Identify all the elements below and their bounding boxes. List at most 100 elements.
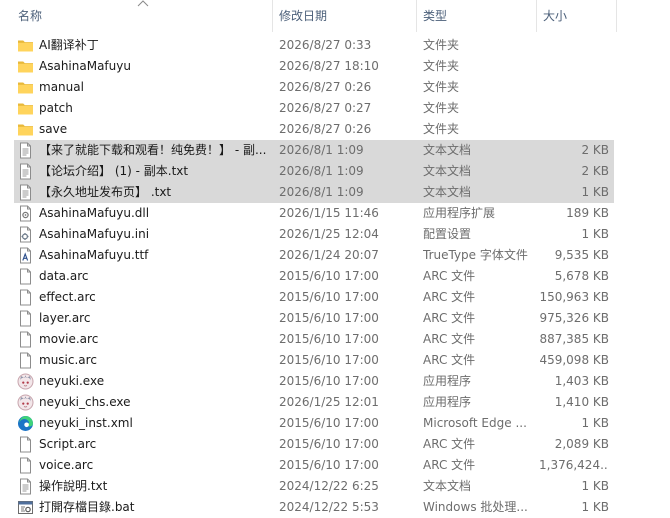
- file-name: movie.arc: [39, 332, 99, 346]
- file-row[interactable]: patch 2026/8/27 0:27 文件夹: [14, 98, 614, 119]
- file-row[interactable]: AsahinaMafuyu.ttf 2026/1/24 20:07 TrueType…: [14, 245, 614, 266]
- file-type: TrueType 字体文件: [423, 248, 528, 262]
- file-row[interactable]: 打開存檔目錄.bat 2024/12/22 5:53 Windows 批处理... 1…: [14, 497, 614, 518]
- file-row[interactable]: data.arc 2015/6/10 17:00 ARC 文件 5,678 KB: [14, 266, 614, 287]
- column-header-date[interactable]: 修改日期: [279, 0, 327, 32]
- file-size: 5,678 KB: [554, 269, 609, 283]
- file-size: [539, 35, 609, 56]
- file-size: 2 KB: [581, 164, 609, 178]
- file-size: [539, 119, 609, 140]
- file-row[interactable]: effect.arc 2015/6/10 17:00 ARC 文件 150,963 K…: [14, 287, 614, 308]
- folder-icon: [17, 121, 34, 138]
- file-date: 2026/8/1 1:09: [279, 185, 364, 199]
- file-row[interactable]: AsahinaMafuyu.ini 2026/1/25 12:04 配置设置 1 KB: [14, 224, 614, 245]
- folder-icon: [17, 79, 34, 96]
- file-date: 2015/6/10 17:00: [279, 269, 379, 283]
- file-size: 9,535 KB: [554, 248, 609, 262]
- file-size: 1 KB: [581, 500, 609, 514]
- column-divider[interactable]: [536, 0, 537, 32]
- text-file-icon: [17, 478, 34, 495]
- file-date: 2015/6/10 17:00: [279, 311, 379, 325]
- file-name: AsahinaMafuyu.ttf: [39, 248, 149, 262]
- file-date: 2015/6/10 17:00: [279, 416, 379, 430]
- file-name: patch: [39, 101, 73, 115]
- file-date: 2026/8/27 0:26: [279, 80, 372, 94]
- file-name: neyuki_chs.exe: [39, 395, 131, 409]
- file-row[interactable]: manual 2026/8/27 0:26 文件夹: [14, 77, 614, 98]
- file-row[interactable]: voice.arc 2015/6/10 17:00 ARC 文件 1,376,424.…: [14, 455, 614, 476]
- file-type: 文件夹: [423, 80, 460, 94]
- file-row[interactable]: neyuki.exe 2015/6/10 17:00 应用程序 1,403 KB: [14, 371, 614, 392]
- file-row[interactable]: music.arc 2015/6/10 17:00 ARC 文件 459,098 KB: [14, 350, 614, 371]
- file-name: neyuki.exe: [39, 374, 105, 388]
- file-name: AsahinaMafuyu: [39, 59, 131, 73]
- file-row[interactable]: AsahinaMafuyu 2026/8/27 18:10 文件夹: [14, 56, 614, 77]
- app-icon: [17, 373, 34, 390]
- ini-file-icon: [17, 226, 34, 243]
- file-row[interactable]: layer.arc 2015/6/10 17:00 ARC 文件 975,326 KB: [14, 308, 614, 329]
- file-type: 文本文档: [423, 143, 472, 157]
- file-size: 1 KB: [581, 227, 609, 241]
- file-date: 2026/8/27 0:33: [279, 38, 372, 52]
- file-row[interactable]: movie.arc 2015/6/10 17:00 ARC 文件 887,385 KB: [14, 329, 614, 350]
- file-name: AsahinaMafuyu.dll: [39, 206, 150, 220]
- file-type: 文本文档: [423, 164, 472, 178]
- column-header-size[interactable]: 大小: [543, 0, 567, 32]
- file-size: 975,326 KB: [539, 311, 609, 325]
- file-type: 应用程序: [423, 374, 472, 388]
- file-name: neyuki_inst.xml: [39, 416, 133, 430]
- file-name: 【来了就能下载和观看！纯免费！】 - 副...: [39, 143, 267, 157]
- file-type: 应用程序: [423, 395, 472, 409]
- file-size: 1,410 KB: [554, 395, 609, 409]
- file-size: 1,403 KB: [554, 374, 609, 388]
- file-type: 配置设置: [423, 227, 472, 241]
- file-row[interactable]: save 2026/8/27 0:26 文件夹: [14, 119, 614, 140]
- text-file-icon: [17, 142, 34, 159]
- edge-icon: [17, 415, 34, 432]
- file-size: 189 KB: [566, 206, 609, 220]
- file-date: 2015/6/10 17:00: [279, 458, 379, 472]
- file-name: effect.arc: [39, 290, 96, 304]
- bat-file-icon: [17, 499, 34, 516]
- file-row[interactable]: neyuki_chs.exe 2026/1/25 12:01 应用程序 1,410 K…: [14, 392, 614, 413]
- file-size: 2,089 KB: [554, 437, 609, 451]
- file-type: ARC 文件: [423, 332, 476, 346]
- file-row[interactable]: 【永久地址发布页】 .txt 2026/8/1 1:09 文本文档 1 KB: [14, 182, 614, 203]
- file-name: voice.arc: [39, 458, 94, 472]
- file-type: Windows 批处理...: [423, 500, 528, 514]
- file-type: 文本文档: [423, 185, 472, 199]
- file-row[interactable]: neyuki_inst.xml 2015/6/10 17:00 Microsoft …: [14, 413, 614, 434]
- file-row[interactable]: AsahinaMafuyu.dll 2026/1/15 11:46 应用程序扩展 18…: [14, 203, 614, 224]
- file-row[interactable]: 【论坛介绍】 (1) - 副本.txt 2026/8/1 1:09 文本文档 2 KB: [14, 161, 614, 182]
- file-type: ARC 文件: [423, 458, 476, 472]
- file-row[interactable]: Script.arc 2015/6/10 17:00 ARC 文件 2,089 KB: [14, 434, 614, 455]
- folder-icon: [17, 58, 34, 75]
- file-type: 应用程序扩展: [423, 206, 496, 220]
- file-date: 2026/8/27 0:27: [279, 101, 372, 115]
- file-name: 操作說明.txt: [39, 479, 108, 493]
- column-divider[interactable]: [416, 0, 417, 32]
- file-date: 2026/8/1 1:09: [279, 164, 364, 178]
- file-row[interactable]: 【来了就能下载和观看！纯免费！】 - 副... 2026/8/1 1:09 文本文档…: [14, 140, 614, 161]
- file-size: 1 KB: [581, 479, 609, 493]
- folder-icon: [17, 100, 34, 117]
- file-row[interactable]: AI翻译补丁 2026/8/27 0:33 文件夹: [14, 35, 614, 56]
- file-size: 150,963 KB: [539, 290, 609, 304]
- file-type: ARC 文件: [423, 269, 476, 283]
- blank-file-icon: [17, 268, 34, 285]
- file-name: AI翻译补丁: [39, 38, 99, 52]
- file-date: 2026/8/1 1:09: [279, 143, 364, 157]
- file-date: 2026/1/25 12:04: [279, 227, 379, 241]
- text-file-icon: [17, 184, 34, 201]
- font-file-icon: [17, 247, 34, 264]
- column-header-type[interactable]: 类型: [423, 0, 447, 32]
- file-name: Script.arc: [39, 437, 97, 451]
- column-divider[interactable]: [272, 0, 273, 32]
- file-type: 文件夹: [423, 101, 460, 115]
- folder-icon: [17, 37, 34, 54]
- column-divider[interactable]: [616, 0, 617, 32]
- file-row[interactable]: 操作說明.txt 2024/12/22 6:25 文本文档 1 KB: [14, 476, 614, 497]
- blank-file-icon: [17, 331, 34, 348]
- file-size: 459,098 KB: [539, 353, 609, 367]
- column-header-name[interactable]: 名称: [18, 0, 42, 32]
